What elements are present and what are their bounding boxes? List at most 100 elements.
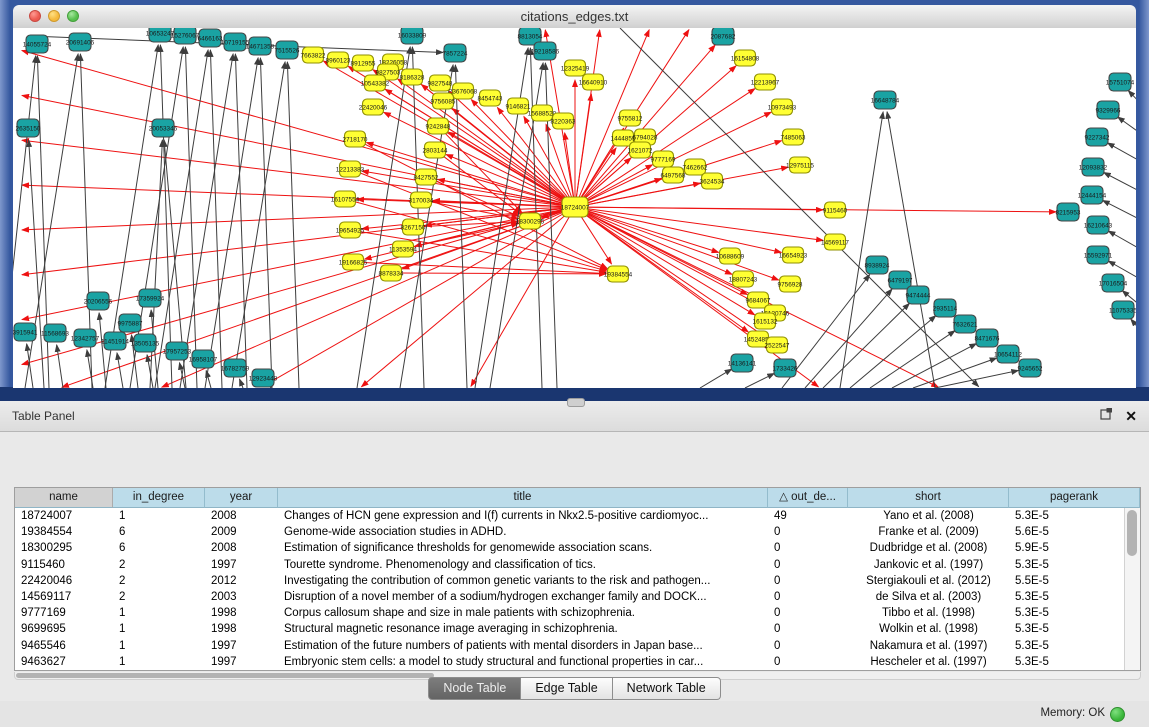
cell-name[interactable]: 9463627 — [15, 654, 113, 670]
graph-node[interactable]: 18300295 — [516, 213, 545, 229]
cell-out_degree[interactable]: 0 — [768, 621, 848, 637]
tab-network-table[interactable]: Network Table — [613, 677, 721, 700]
graph-node[interactable]: 22420046 — [359, 99, 388, 115]
vertical-scrollbar[interactable] — [1124, 508, 1140, 670]
graph-node[interactable]: 14136141 — [728, 354, 757, 372]
cell-in_degree[interactable]: 1 — [113, 508, 205, 524]
cell-name[interactable]: 22420046 — [15, 573, 113, 589]
column-header-year[interactable]: year — [205, 488, 278, 508]
tab-edge-table[interactable]: Edge Table — [521, 677, 612, 700]
graph-node[interactable]: 16107554 — [331, 191, 360, 207]
graph-node[interactable]: 17957253 — [163, 342, 192, 360]
graph-node[interactable]: 15751074 — [1106, 73, 1135, 91]
cell-name[interactable]: 18300295 — [15, 540, 113, 556]
graph-node[interactable]: 7485063 — [781, 129, 806, 145]
cell-in_degree[interactable]: 1 — [113, 605, 205, 621]
cell-name[interactable]: 9699695 — [15, 621, 113, 637]
cell-out_degree[interactable]: 0 — [768, 524, 848, 540]
cell-pagerank[interactable]: 5.9E-5 — [1009, 540, 1140, 556]
graph-node[interactable]: 6466163 — [198, 29, 223, 47]
cell-year[interactable]: 2003 — [205, 589, 278, 605]
panel-resize-grip[interactable] — [567, 398, 585, 407]
cell-out_degree[interactable]: 0 — [768, 638, 848, 654]
graph-node[interactable]: 9756085 — [431, 93, 456, 109]
cell-name[interactable]: 18724007 — [15, 508, 113, 524]
graph-node[interactable]: 17359924 — [136, 289, 165, 307]
cell-short[interactable]: Yano et al. (2008) — [848, 508, 1009, 524]
graph-node[interactable]: 9755812 — [618, 110, 643, 126]
graph-node[interactable]: 14055724 — [23, 35, 52, 53]
graph-node[interactable]: 8454743 — [478, 90, 503, 106]
cell-in_degree[interactable]: 2 — [113, 589, 205, 605]
graph-node[interactable]: 8220363 — [551, 113, 576, 129]
cell-in_degree[interactable]: 6 — [113, 524, 205, 540]
cell-pagerank[interactable]: 5.3E-5 — [1009, 638, 1140, 654]
cell-year[interactable]: 1998 — [205, 605, 278, 621]
graph-node[interactable]: 19654925 — [336, 222, 365, 238]
cell-pagerank[interactable]: 5.5E-5 — [1009, 573, 1140, 589]
graph-node[interactable]: 20691406 — [66, 33, 95, 51]
graph-node[interactable]: 20053346 — [149, 119, 178, 137]
cell-short[interactable]: Tibbo et al. (1998) — [848, 605, 1009, 621]
graph-node[interactable]: 8960123 — [326, 52, 351, 68]
graph-node[interactable]: 3915941 — [13, 323, 38, 341]
graph-node[interactable]: 9115460 — [823, 202, 848, 218]
graph-node[interactable]: 1621072 — [628, 142, 653, 158]
graph-node[interactable]: 1733426 — [773, 359, 798, 377]
cell-title[interactable]: Embryonic stem cells: a model to study s… — [278, 654, 768, 670]
graph-node[interactable]: 20206556 — [84, 292, 113, 310]
column-header-in_degree[interactable]: in_degree — [113, 488, 205, 508]
cell-short[interactable]: Hescheler et al. (1997) — [848, 654, 1009, 670]
graph-node[interactable]: 11568693 — [41, 324, 69, 342]
float-panel-icon[interactable] — [1100, 407, 1113, 425]
graph-node[interactable]: 15276067 — [171, 28, 200, 44]
cell-in_degree[interactable]: 2 — [113, 573, 205, 589]
cell-in_degree[interactable]: 1 — [113, 638, 205, 654]
graph-node[interactable]: 10688609 — [716, 248, 745, 264]
cell-name[interactable]: 19384554 — [15, 524, 113, 540]
graph-node[interactable]: 7663822 — [301, 47, 326, 63]
graph-node[interactable]: 7515526 — [275, 41, 300, 59]
cell-out_degree[interactable]: 0 — [768, 540, 848, 556]
graph-node[interactable]: 11451914 — [101, 332, 129, 350]
graph-node[interactable]: 8471676 — [975, 329, 1000, 347]
graph-node[interactable]: 9777169 — [651, 151, 676, 167]
graph-node[interactable]: 8938924 — [865, 256, 890, 274]
cell-title[interactable]: Tourette syndrome. Phenomenology and cla… — [278, 557, 768, 573]
graph-node[interactable]: 2718170 — [343, 131, 368, 147]
graph-node[interactable]: 17016504 — [1099, 274, 1128, 292]
graph-node[interactable]: 7857224 — [443, 44, 468, 62]
table-row[interactable]: 2242004622012Investigating the contribut… — [15, 573, 1140, 589]
graph-node[interactable]: 13505135 — [131, 334, 160, 352]
cell-pagerank[interactable]: 5.3E-5 — [1009, 605, 1140, 621]
graph-node[interactable]: 11075335 — [1109, 301, 1136, 319]
graph-node[interactable]: 16654923 — [779, 247, 808, 263]
graph-node[interactable]: 9975887 — [118, 314, 143, 332]
cell-out_degree[interactable]: 0 — [768, 605, 848, 621]
cell-title[interactable]: Corpus callosum shape and size in male p… — [278, 605, 768, 621]
graph-node[interactable]: 12342757 — [71, 329, 100, 347]
cell-in_degree[interactable]: 1 — [113, 621, 205, 637]
table-row[interactable]: 1830029562008Estimation of significance … — [15, 540, 1140, 556]
graph-node[interactable]: 8427552 — [414, 169, 439, 185]
graph-node[interactable]: 10654112 — [994, 345, 1022, 363]
column-header-short[interactable]: short — [848, 488, 1009, 508]
graph-node[interactable]: 8267150 — [401, 219, 426, 235]
graph-node[interactable]: 9227342 — [1085, 128, 1110, 146]
graph-node[interactable]: 11353594 — [389, 241, 417, 257]
table-row[interactable]: 1456911722003Disruption of a novel membe… — [15, 589, 1140, 605]
cell-out_degree[interactable]: 0 — [768, 654, 848, 670]
cell-year[interactable]: 1998 — [205, 621, 278, 637]
graph-node[interactable]: 12093832 — [1079, 158, 1108, 176]
cell-pagerank[interactable]: 5.6E-5 — [1009, 524, 1140, 540]
graph-node[interactable]: 12444154 — [1078, 186, 1107, 204]
close-panel-icon[interactable]: ✕ — [1125, 409, 1137, 423]
cell-name[interactable]: 9777169 — [15, 605, 113, 621]
graph-node[interactable]: 15592971 — [1084, 246, 1113, 264]
cell-short[interactable]: Jankovic et al. (1997) — [848, 557, 1009, 573]
graph-node[interactable]: 14569117 — [821, 234, 849, 250]
cell-title[interactable]: Structural magnetic resonance image aver… — [278, 621, 768, 637]
graph-node[interactable]: 2635150 — [16, 119, 41, 137]
cell-title[interactable]: Changes of HCN gene expression and I(f) … — [278, 508, 768, 524]
cell-short[interactable]: Dudbridge et al. (2008) — [848, 540, 1009, 556]
